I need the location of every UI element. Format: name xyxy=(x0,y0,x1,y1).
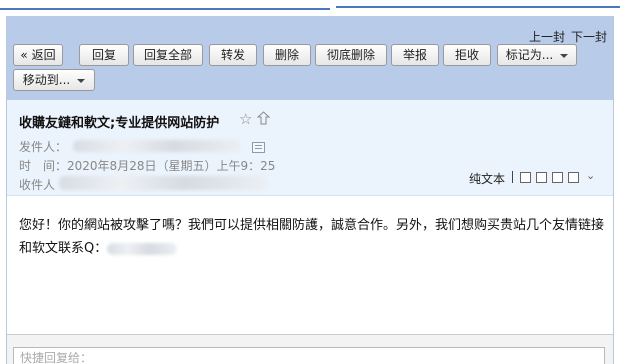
top-strip xyxy=(0,0,620,16)
forward-button[interactable]: 转发 xyxy=(209,44,257,66)
sender-address-redacted xyxy=(73,140,241,152)
mark-as-dropdown[interactable]: 标记为... xyxy=(497,44,577,66)
download-icon[interactable] xyxy=(552,172,563,183)
star-icon[interactable]: ☆ xyxy=(239,110,252,128)
flag-icon[interactable] xyxy=(257,111,270,125)
reject-button[interactable]: 拒收 xyxy=(443,44,491,66)
note-icon[interactable] xyxy=(536,172,547,183)
sender-label: 发件人： xyxy=(19,140,68,154)
mail-body: 您好！你的網站被攻擊了嗎？我們可以提供相關防護，誠意合作。另外，我们想购买贵站几… xyxy=(19,214,609,260)
top-divider-right xyxy=(336,2,620,8)
address-book-icon[interactable] xyxy=(252,142,265,153)
mail-subject: 收購友鏈和軟文;专业提供网站防护 xyxy=(19,116,220,131)
mail-toolbar: 上一封 下一封 « 返回 回复 回复全部 转发 删除 彻底删除 举报 拒收 标记为… xyxy=(7,16,613,100)
next-mail-link[interactable]: 下一封 xyxy=(571,30,607,44)
reply-button[interactable]: 回复 xyxy=(79,44,129,66)
report-button[interactable]: 举报 xyxy=(391,44,439,66)
delete-forever-button[interactable]: 彻底删除 xyxy=(315,44,387,66)
mail-pager: 上一封 下一封 xyxy=(523,28,607,45)
back-button[interactable]: « 返回 xyxy=(13,44,63,66)
chevron-down-icon[interactable]: ⌄ xyxy=(586,169,595,182)
new-window-icon[interactable] xyxy=(520,172,531,183)
time-value: 2020年8月28日（星期五）上午9：25 xyxy=(67,159,276,173)
time-label: 时 间： xyxy=(19,159,68,173)
plain-text-link[interactable]: 纯文本 xyxy=(469,170,505,187)
mark-as-label: 标记为... xyxy=(505,48,554,62)
delete-button[interactable]: 删除 xyxy=(263,44,311,66)
recipient-address-redacted xyxy=(59,176,267,190)
print-icon[interactable] xyxy=(568,172,579,183)
prev-mail-link[interactable]: 上一封 xyxy=(529,30,565,44)
quick-reply-input[interactable]: 快捷回复给： xyxy=(13,347,605,364)
separator xyxy=(512,171,513,183)
move-to-label: 移动到... xyxy=(22,73,71,87)
mail-reader: 上一封 下一封 « 返回 回复 回复全部 转发 删除 彻底删除 举报 拒收 标记为… xyxy=(6,16,614,364)
recipient-label: 收件人 xyxy=(19,178,56,192)
move-to-dropdown[interactable]: 移动到... xyxy=(13,69,95,91)
qq-number-redacted xyxy=(107,242,178,255)
time-row: 时 间：2020年8月28日（星期五）上午9：25 xyxy=(19,157,275,174)
quick-reply-bar: 快捷回复给： xyxy=(7,334,613,364)
mail-header: 收購友鏈和軟文;专业提供网站防护 ☆ 发件人： 时 间：2020年8月28日（星… xyxy=(7,100,613,196)
reply-all-button[interactable]: 回复全部 xyxy=(133,44,203,66)
top-divider xyxy=(0,8,330,10)
